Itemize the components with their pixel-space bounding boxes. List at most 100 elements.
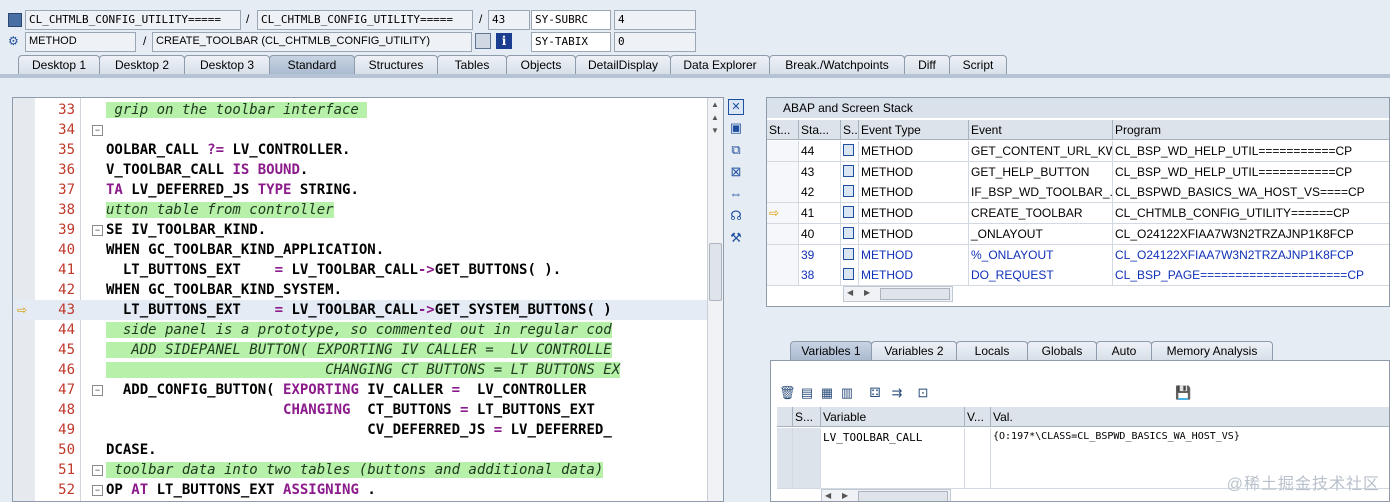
stack-icon-cell[interactable] xyxy=(841,223,859,245)
fold-toggle-icon[interactable]: − xyxy=(92,125,103,136)
stack-status-cell[interactable]: ⇨ xyxy=(767,203,799,225)
swap-icon[interactable]: ⇔ xyxy=(728,186,744,202)
stack-event-cell[interactable]: %_ONLAYOUT xyxy=(969,244,1113,266)
class-field[interactable]: CL_CHTMLB_CONFIG_UTILITY===== xyxy=(25,10,241,30)
variable-cell[interactable] xyxy=(965,448,991,469)
code-line[interactable]: 35 OOLBAR_CALL ?= LV_CONTROLLER. xyxy=(13,140,713,160)
code-line[interactable]: 50 DCASE. xyxy=(13,440,713,460)
scroll-right-icon[interactable]: ▶ xyxy=(864,288,870,297)
stack-icon-cell[interactable] xyxy=(841,244,859,266)
new-entry-icon[interactable]: ⊡ xyxy=(915,385,931,401)
stack-icon-cell[interactable] xyxy=(841,161,859,183)
tab-globals[interactable]: Globals xyxy=(1027,341,1097,361)
sy-subrc-value[interactable]: 4 xyxy=(614,10,696,30)
variable-cell[interactable] xyxy=(991,448,1389,469)
detail-icon[interactable]: ▤ xyxy=(799,385,815,401)
tab-memory-analysis[interactable]: Memory Analysis xyxy=(1151,341,1273,361)
variable-cell[interactable] xyxy=(965,428,991,449)
stack-program-cell[interactable]: CL_BSP_PAGE=====================CP xyxy=(1113,265,1389,287)
program-field[interactable]: CL_CHTMLB_CONFIG_UTILITY===== xyxy=(257,10,473,30)
stack-event-cell[interactable]: _ONLAYOUT xyxy=(969,223,1113,245)
variable-cell[interactable] xyxy=(793,448,821,469)
code-line[interactable]: 38 utton table from controller xyxy=(13,200,713,220)
tab-diff[interactable]: Diff xyxy=(904,55,950,75)
variable-value-cell[interactable]: {O:197*\CLASS=CL_BSPWD_BASICS_WA_HOST_VS… xyxy=(991,428,1389,449)
code-line[interactable]: 43 LT_BUTTONS_EXT = LV_TOOLBAR_CALL->GET… xyxy=(13,300,713,320)
line-number-field[interactable]: 43 xyxy=(488,10,530,30)
stack-column-header[interactable]: St... xyxy=(767,120,799,140)
stack-program-cell[interactable]: CL_BSPWD_BASICS_WA_HOST_VS====CP xyxy=(1113,182,1389,204)
tab-variables-1[interactable]: Variables 1 xyxy=(790,341,872,361)
stack-level-cell[interactable]: 39 xyxy=(799,244,841,266)
tab-locals[interactable]: Locals xyxy=(956,341,1028,361)
stack-event-type-cell[interactable]: METHOD xyxy=(859,265,969,287)
stack-event-type-cell[interactable]: METHOD xyxy=(859,223,969,245)
stack-icon-cell[interactable] xyxy=(841,141,859,162)
stack-event-cell[interactable]: GET_CONTENT_URL_KW xyxy=(969,141,1113,162)
stack-event-cell[interactable]: DO_REQUEST xyxy=(969,265,1113,287)
fold-toggle-icon[interactable]: − xyxy=(92,485,103,496)
variables-hscrollbar[interactable]: ◀ ▶ xyxy=(821,489,951,501)
variable-cell[interactable] xyxy=(821,468,965,489)
stack-level-cell[interactable]: 40 xyxy=(799,223,841,245)
replace-tool-icon[interactable]: ⧉ xyxy=(728,142,744,158)
settings-icon[interactable]: ⚒ xyxy=(728,230,744,246)
display-icon[interactable] xyxy=(475,33,491,49)
scroll-left-icon[interactable]: ◀ xyxy=(825,491,831,500)
tab-structures[interactable]: Structures xyxy=(354,55,438,75)
code-line[interactable]: 39 − SE IV_TOOLBAR_KIND. xyxy=(13,220,713,240)
stack-event-type-cell[interactable]: METHOD xyxy=(859,203,969,225)
hierarchy-icon[interactable]: ⚃ xyxy=(867,385,883,401)
source-editor[interactable]: 33 grip on the toolbar interface 34 − 35 OO… xyxy=(12,97,724,502)
stack-level-cell[interactable]: 44 xyxy=(799,141,841,162)
code-line[interactable]: 36 V_TOOLBAR_CALL IS BOUND. xyxy=(13,160,713,180)
scroll-right-icon[interactable]: ▶ xyxy=(842,491,848,500)
code-line[interactable]: 47 − ADD_CONFIG_BUTTON( EXPORTING IV_CALL… xyxy=(13,380,713,400)
stack-level-cell[interactable]: 42 xyxy=(799,182,841,204)
tab-break-watchpoints[interactable]: Break./Watchpoints xyxy=(769,55,905,75)
stack-event-cell[interactable]: GET_HELP_BUTTON xyxy=(969,161,1113,183)
stack-status-cell[interactable] xyxy=(767,182,799,204)
variable-column-header[interactable] xyxy=(777,407,793,427)
code-line[interactable]: 33 grip on the toolbar interface xyxy=(13,100,713,120)
tab-desktop-2[interactable]: Desktop 2 xyxy=(99,55,185,75)
tab-script[interactable]: Script xyxy=(949,55,1007,75)
variable-name-cell[interactable]: LV_TOOLBAR_CALL xyxy=(821,428,965,449)
stack-status-cell[interactable] xyxy=(767,161,799,183)
stack-program-cell[interactable]: CL_BSP_WD_HELP_UTIL===========CP xyxy=(1113,161,1389,183)
stack-icon-cell[interactable] xyxy=(841,203,859,225)
code-line[interactable]: 51 − toolbar data into two tables (button… xyxy=(13,460,713,480)
tab-standard[interactable]: Standard xyxy=(269,55,355,75)
tab-auto[interactable]: Auto xyxy=(1096,341,1152,361)
event-type-field[interactable]: METHOD xyxy=(25,32,136,52)
code-line[interactable]: 34 − xyxy=(13,120,713,140)
export-icon[interactable]: ▦ xyxy=(819,385,835,401)
variable-cell[interactable] xyxy=(777,428,793,449)
scroll-left-icon[interactable]: ◀ xyxy=(847,288,853,297)
stack-icon-cell[interactable] xyxy=(841,265,859,287)
scroll-thumb[interactable] xyxy=(709,243,722,301)
code-line[interactable]: 44 side panel is a prototype, so comment… xyxy=(13,320,713,340)
sy-tabix-value[interactable]: 0 xyxy=(614,32,696,52)
variable-cell[interactable] xyxy=(777,468,793,489)
stack-status-cell[interactable] xyxy=(767,223,799,245)
close-icon[interactable]: ✕ xyxy=(728,99,744,115)
stack-status-cell[interactable] xyxy=(767,265,799,287)
code-line[interactable]: 40 WHEN GC_TOOLBAR_KIND_APPLICATION. xyxy=(13,240,713,260)
new-tool-icon[interactable]: ▣ xyxy=(728,120,744,136)
code-line[interactable]: 48 CHANGING CT_BUTTONS = LT_BUTTONS_EXT xyxy=(13,400,713,420)
editor-scrollbar[interactable]: ▲ ▲ ▼ xyxy=(707,98,723,501)
variable-column-header[interactable]: Val. xyxy=(991,407,1389,427)
stack-program-cell[interactable]: CL_O24122XFIAA7W3N2TRZAJNP1K8FCP xyxy=(1113,223,1389,245)
scroll-thumb[interactable] xyxy=(880,288,950,300)
tab-desktop-1[interactable]: Desktop 1 xyxy=(18,55,100,75)
stack-column-header[interactable]: Event Type xyxy=(859,120,969,140)
code-line[interactable]: 37 TA LV_DEFERRED_JS TYPE STRING. xyxy=(13,180,713,200)
stack-column-header[interactable]: S... xyxy=(841,120,859,140)
stack-status-cell[interactable] xyxy=(767,141,799,162)
stack-event-cell[interactable]: IF_BSP_WD_TOOLBAR_... xyxy=(969,182,1113,204)
tab-variables-2[interactable]: Variables 2 xyxy=(871,341,957,361)
stack-level-cell[interactable]: 43 xyxy=(799,161,841,183)
tab-data-explorer[interactable]: Data Explorer xyxy=(670,55,770,75)
stack-hscrollbar[interactable]: ◀ ▶ xyxy=(843,286,953,302)
